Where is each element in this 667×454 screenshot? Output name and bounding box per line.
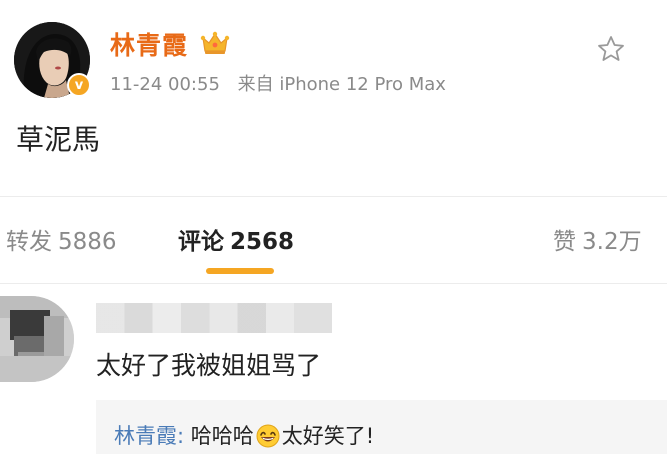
tab-comment-label: 评论: [178, 229, 224, 255]
post-source: 来自 iPhone 12 Pro Max: [237, 74, 446, 95]
crown-icon: [200, 31, 230, 54]
commenter-avatar[interactable]: [0, 296, 74, 382]
tab-comment-count: 2568: [230, 229, 295, 255]
verified-v-icon: v: [67, 73, 91, 97]
reply-line: 林青霞: 哈哈哈 太好笑了!: [114, 420, 374, 450]
author-name[interactable]: 林青霞: [110, 26, 188, 62]
commenter-name-blurred[interactable]: [96, 303, 332, 333]
active-tab-indicator: [206, 268, 274, 274]
comment-text: 太好了我被姐姐骂了: [96, 351, 322, 380]
tab-like-label: 赞: [553, 229, 576, 255]
divider: [0, 283, 667, 284]
tab-repost-label: 转发: [6, 229, 52, 255]
reply-text-before: 哈哈哈: [190, 424, 254, 448]
reply-preview[interactable]: 林青霞: 哈哈哈 太好笑了!: [96, 400, 667, 454]
tab-like-count: 3.2万: [582, 229, 642, 255]
blurred-avatar: [0, 296, 74, 382]
star-outline-icon[interactable]: [596, 34, 626, 64]
divider: [0, 196, 667, 197]
reply-text-after: 太好笑了!: [281, 424, 375, 448]
reply-author[interactable]: 林青霞:: [114, 424, 184, 448]
tab-comment[interactable]: 评论 2568: [178, 222, 294, 256]
tab-like[interactable]: 赞 3.2万: [553, 222, 642, 256]
post-text: 草泥馬: [16, 123, 101, 156]
grinning-emoji-icon: [256, 424, 280, 448]
post-timestamp: 11-24 00:55: [110, 74, 220, 95]
post-meta: 11-24 00:55 来自 iPhone 12 Pro Max: [110, 70, 446, 96]
tab-repost-count: 5886: [58, 229, 117, 255]
tab-repost[interactable]: 转发 5886: [6, 222, 117, 256]
